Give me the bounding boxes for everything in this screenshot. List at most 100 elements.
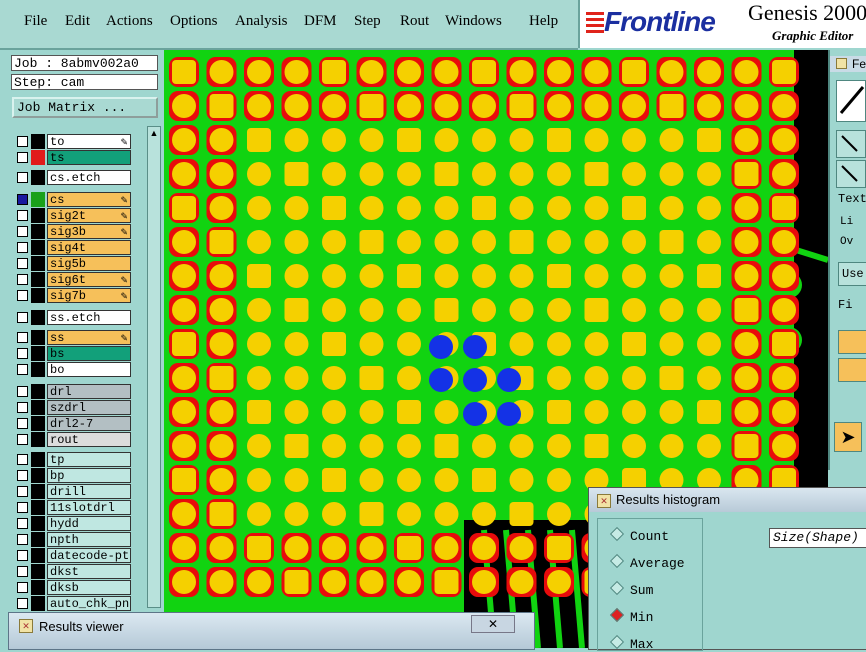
layer-name[interactable]: ss.etch [47, 310, 131, 325]
layer-checkbox[interactable] [17, 486, 28, 497]
layer-color-marker[interactable] [31, 516, 45, 531]
layer-checkbox[interactable] [17, 258, 28, 269]
layer-checkbox[interactable] [17, 418, 28, 429]
layer-checkbox[interactable] [17, 348, 28, 359]
layer-row-sig6t[interactable]: sig6t ✎ [13, 272, 133, 287]
layer-name[interactable]: drl2-7 [47, 416, 131, 431]
layer-color-marker[interactable] [31, 532, 45, 547]
layer-name[interactable]: rout [47, 432, 131, 447]
menu-analysis[interactable]: Analysis [235, 13, 288, 30]
job-matrix-button[interactable]: Job Matrix ... [12, 97, 158, 118]
layer-name[interactable]: cs ✎ [47, 192, 131, 207]
arrow-tool-button[interactable] [836, 130, 866, 158]
layer-color-marker[interactable] [31, 150, 45, 165]
radio-min[interactable]: Min [609, 607, 702, 625]
menu-actions[interactable]: Actions [106, 13, 153, 30]
layer-row-szdrl[interactable]: szdrl [13, 400, 133, 415]
layer-name[interactable]: datecode-pte [47, 548, 131, 563]
menu-file[interactable]: File [24, 13, 47, 30]
menu-rout[interactable]: Rout [400, 13, 429, 30]
layer-checkbox[interactable] [17, 386, 28, 397]
user-button[interactable]: Use [838, 262, 866, 286]
layer-checkbox[interactable] [17, 226, 28, 237]
layer-row-cs-etch[interactable]: cs.etch [13, 170, 133, 185]
menu-dfm[interactable]: DFM [304, 13, 337, 30]
layer-name[interactable]: drill [47, 484, 131, 499]
radio-count[interactable]: Count [609, 526, 702, 544]
layer-row-bs[interactable]: bs [13, 346, 133, 361]
layer-row-ss-etch[interactable]: ss.etch [13, 310, 133, 325]
radio-sum[interactable]: Sum [609, 580, 702, 598]
layer-row-auto-chk-pni[interactable]: auto_chk_pni [13, 596, 133, 611]
layer-checkbox[interactable] [17, 454, 28, 465]
results-histogram-titlebar[interactable]: ✕ Results histogram [589, 488, 866, 512]
layer-checkbox[interactable] [17, 194, 28, 205]
layer-name[interactable]: ts [47, 150, 131, 165]
layer-name[interactable]: dkst [47, 564, 131, 579]
layer-color-marker[interactable] [31, 170, 45, 185]
layer-color-marker[interactable] [31, 208, 45, 223]
layer-row-sig7b[interactable]: sig7b ✎ [13, 288, 133, 303]
layer-row-dkst[interactable]: dkst [13, 564, 133, 579]
layer-row-sig4t[interactable]: sig4t [13, 240, 133, 255]
layer-color-marker[interactable] [31, 346, 45, 361]
layer-color-marker[interactable] [31, 484, 45, 499]
layer-name[interactable]: drl [47, 384, 131, 399]
layer-checkbox[interactable] [17, 152, 28, 163]
layer-checkbox[interactable] [17, 434, 28, 445]
menu-help[interactable]: Help [529, 13, 558, 30]
layer-checkbox[interactable] [17, 582, 28, 593]
layer-row-sig3b[interactable]: sig3b ✎ [13, 224, 133, 239]
layer-name[interactable]: szdrl [47, 400, 131, 415]
layer-color-marker[interactable] [31, 310, 45, 325]
radio-average[interactable]: Average [609, 553, 702, 571]
layer-checkbox[interactable] [17, 274, 28, 285]
layer-name[interactable]: bs [47, 346, 131, 361]
layer-color-marker[interactable] [31, 288, 45, 303]
layer-checkbox[interactable] [17, 502, 28, 513]
layer-checkbox[interactable] [17, 312, 28, 323]
menu-windows[interactable]: Windows [445, 13, 502, 30]
layer-name[interactable]: sig6t ✎ [47, 272, 131, 287]
layer-row-11slotdrl[interactable]: 11slotdrl [13, 500, 133, 515]
layer-checkbox[interactable] [17, 242, 28, 253]
layer-color-marker[interactable] [31, 362, 45, 377]
layer-row-ss[interactable]: ss ✎ [13, 330, 133, 345]
layer-checkbox[interactable] [17, 518, 28, 529]
color-swatch-2[interactable] [838, 358, 866, 382]
menu-options[interactable]: Options [170, 13, 218, 30]
layer-list-scrollbar[interactable]: ▲ [147, 126, 161, 608]
layer-checkbox[interactable] [17, 136, 28, 147]
layer-color-marker[interactable] [31, 596, 45, 611]
layer-row-dksb[interactable]: dksb [13, 580, 133, 595]
layer-color-marker[interactable] [31, 192, 45, 207]
layer-color-marker[interactable] [31, 330, 45, 345]
layer-checkbox[interactable] [17, 332, 28, 343]
layer-color-marker[interactable] [31, 432, 45, 447]
layer-color-marker[interactable] [31, 468, 45, 483]
layer-name[interactable]: bo [47, 362, 131, 377]
layer-name[interactable]: cs.etch [47, 170, 131, 185]
layer-checkbox[interactable] [17, 402, 28, 413]
layer-color-marker[interactable] [31, 272, 45, 287]
scroll-up-arrow-icon[interactable]: ▲ [148, 127, 160, 139]
layer-color-marker[interactable] [31, 256, 45, 271]
layer-name[interactable]: sig3b ✎ [47, 224, 131, 239]
layer-row-tp[interactable]: tp [13, 452, 133, 467]
radio-max[interactable]: Max [609, 634, 702, 652]
layer-checkbox[interactable] [17, 598, 28, 609]
layer-name[interactable]: ss ✎ [47, 330, 131, 345]
layer-checkbox[interactable] [17, 534, 28, 545]
option-ov[interactable]: Ov [840, 236, 853, 248]
layer-row-cs[interactable]: cs ✎ [13, 192, 133, 207]
layer-name[interactable]: sig2t ✎ [47, 208, 131, 223]
layer-checkbox[interactable] [17, 566, 28, 577]
layer-name[interactable]: tp [47, 452, 131, 467]
layer-color-marker[interactable] [31, 416, 45, 431]
pointer-tool-button[interactable]: ➤ [834, 422, 862, 452]
color-swatch-1[interactable] [838, 330, 866, 354]
layer-color-marker[interactable] [31, 400, 45, 415]
menu-step[interactable]: Step [354, 13, 381, 30]
layer-row-ts[interactable]: ts [13, 150, 133, 165]
layer-checkbox[interactable] [17, 210, 28, 221]
